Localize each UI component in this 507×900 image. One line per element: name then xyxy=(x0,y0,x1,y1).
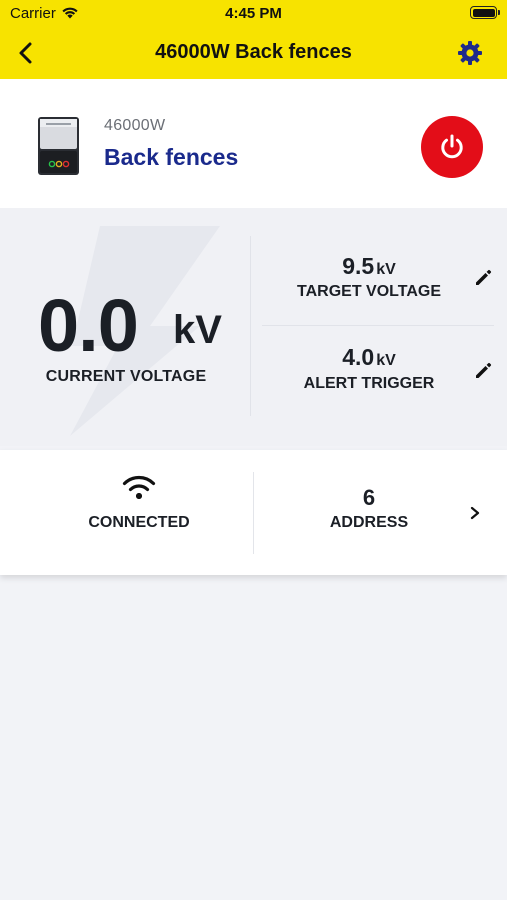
chevron-right-icon xyxy=(470,506,480,520)
gear-icon[interactable] xyxy=(457,40,483,66)
edit-alert-trigger-icon[interactable] xyxy=(473,360,493,380)
back-chevron-icon[interactable] xyxy=(12,38,40,68)
energizer-device-image xyxy=(38,117,79,175)
address-label: ADDRESS xyxy=(329,514,409,531)
current-voltage-value: 0.0 xyxy=(38,284,139,367)
panel-divider xyxy=(250,236,251,416)
alert-trigger-value: 4.0 kV xyxy=(262,344,476,371)
current-voltage-unit: kV xyxy=(173,308,222,352)
address-value: 6 xyxy=(362,485,376,510)
device-name: Back fences xyxy=(104,144,239,170)
power-button[interactable] xyxy=(421,116,483,178)
target-voltage-label: TARGET VOLTAGE xyxy=(297,283,441,300)
info-card: CONNECTED 6 ADDRESS xyxy=(0,450,507,575)
nav-bar: 46000W Back fences xyxy=(0,28,507,79)
target-voltage-unit: kV xyxy=(376,261,396,278)
battery-icon xyxy=(470,6,500,19)
alert-trigger-number: 4.0 xyxy=(342,344,375,370)
device-card: 46000W Back fences xyxy=(0,79,507,208)
wifi-icon xyxy=(122,475,156,499)
target-voltage-number: 9.5 xyxy=(342,253,375,279)
device-model: 46000W xyxy=(104,117,166,134)
address-cell[interactable]: 6 ADDRESS xyxy=(254,450,507,575)
alert-trigger-label: ALERT TRIGGER xyxy=(303,375,435,392)
connection-status-label: CONNECTED xyxy=(88,514,190,531)
target-voltage-value: 9.5 kV xyxy=(262,253,476,280)
power-icon xyxy=(441,134,463,159)
page-title: 46000W Back fences xyxy=(155,41,352,63)
connection-status-cell[interactable]: CONNECTED xyxy=(0,450,253,575)
status-bar: Carrier 4:45 PM xyxy=(0,0,507,28)
clock: 4:45 PM xyxy=(225,5,282,22)
voltage-panel: 0.0 kV CURRENT VOLTAGE 9.5 kV TARGET VOLT… xyxy=(0,208,507,446)
alert-trigger-unit: kV xyxy=(376,352,396,369)
edit-target-voltage-icon[interactable] xyxy=(473,267,493,287)
current-voltage-label: CURRENT VOLTAGE xyxy=(45,368,207,385)
panel-divider xyxy=(262,325,494,326)
